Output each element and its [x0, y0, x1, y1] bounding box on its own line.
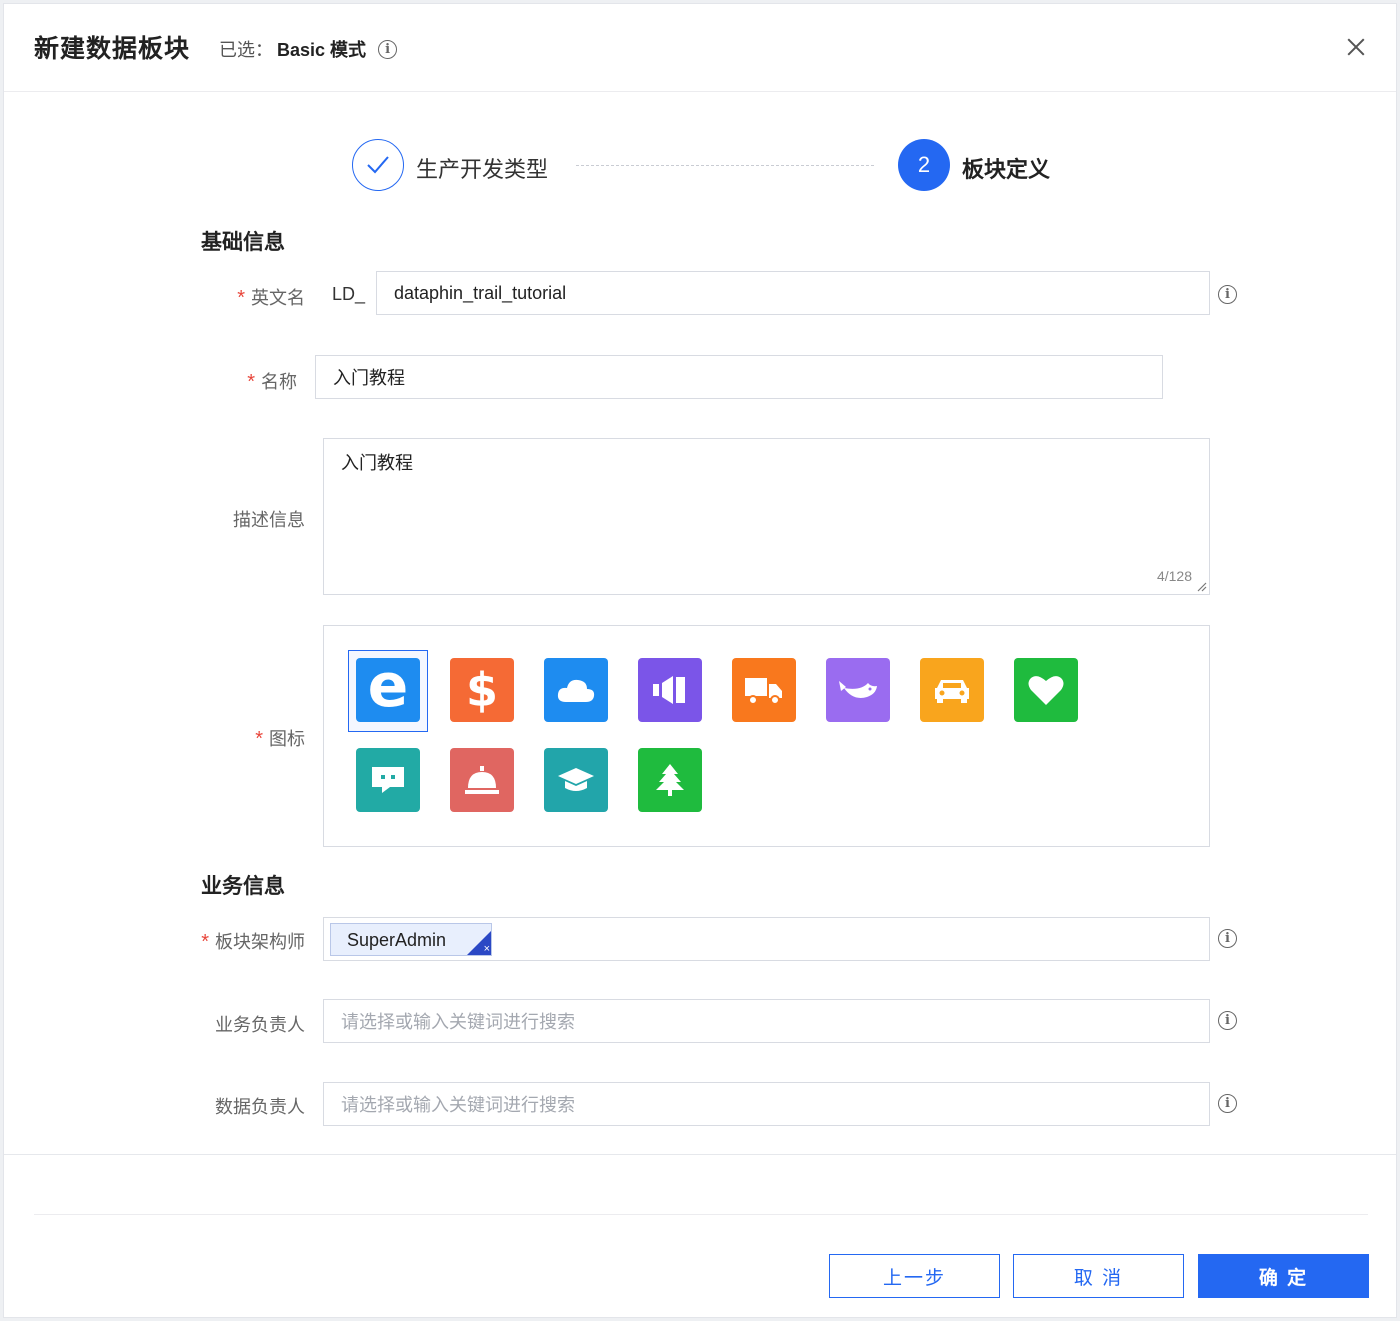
new-data-block-dialog: 新建数据板块 已选： Basic 模式 i 生产开发类型 2 板块定义 基础信息…: [3, 3, 1397, 1318]
resize-handle-icon[interactable]: [1195, 580, 1207, 592]
description-label: 描述信息: [233, 510, 305, 530]
dialog-title: 新建数据板块: [34, 35, 191, 63]
step-1-check-icon: [352, 139, 404, 191]
tree-icon[interactable]: [638, 748, 702, 812]
architect-tag[interactable]: SuperAdmin ×: [330, 923, 492, 956]
business-owner-label: 业务负责人: [215, 1015, 305, 1035]
step-2-number: 2: [898, 139, 950, 191]
english-name-input[interactable]: dataphin_trail_tutorial: [376, 271, 1210, 315]
whale-icon[interactable]: [826, 658, 890, 722]
chat-icon[interactable]: [356, 748, 420, 812]
data-owner-placeholder: 请选择或输入关键词进行搜索: [341, 1095, 575, 1115]
data-owner-info-icon[interactable]: i: [1218, 1094, 1237, 1113]
selected-mode: 已选： Basic 模式 i: [219, 36, 398, 62]
close-icon[interactable]: [1341, 32, 1371, 62]
speaker-icon[interactable]: [638, 658, 702, 722]
english-name-info-icon[interactable]: i: [1218, 285, 1237, 304]
description-textarea[interactable]: 入门教程 4/128: [323, 438, 1210, 595]
selected-mode-value: Basic 模式: [277, 40, 367, 60]
name-input[interactable]: 入门教程: [315, 355, 1163, 399]
data-owner-label: 数据负责人: [215, 1097, 305, 1117]
footer-divider: [4, 1154, 1396, 1155]
selected-prefix: 已选：: [219, 40, 273, 60]
dollar-icon[interactable]: $: [450, 658, 514, 722]
info-icon[interactable]: i: [378, 39, 398, 59]
icon-label: * 图标: [255, 728, 305, 750]
english-name-prefix: LD_: [332, 284, 366, 304]
prev-step-button[interactable]: 上一步: [829, 1254, 1000, 1298]
step-connector: [576, 165, 874, 166]
confirm-button[interactable]: 确 定: [1198, 1254, 1369, 1298]
cancel-button[interactable]: 取 消: [1013, 1254, 1184, 1298]
business-owner-select[interactable]: 请选择或输入关键词进行搜索: [323, 999, 1210, 1043]
business-owner-info-icon[interactable]: i: [1218, 1011, 1237, 1030]
heart-icon[interactable]: [1014, 658, 1078, 722]
ie-browser-icon[interactable]: e: [356, 656, 420, 722]
truck-icon[interactable]: [732, 658, 796, 722]
architect-tag-label: SuperAdmin: [347, 930, 447, 950]
architect-info-icon[interactable]: i: [1218, 929, 1237, 948]
cloud-icon[interactable]: [544, 658, 608, 722]
char-counter: 4/128: [1156, 568, 1192, 584]
section-basic-info: 基础信息: [201, 231, 285, 254]
service-bell-icon[interactable]: [450, 748, 514, 812]
architect-label: * 板块架构师: [201, 931, 305, 953]
name-label: * 名称: [247, 371, 297, 393]
section-business-info: 业务信息: [201, 875, 285, 898]
english-name-label: * 英文名: [237, 287, 305, 309]
dialog-header: 新建数据板块 已选： Basic 模式 i: [4, 4, 1396, 92]
data-owner-select[interactable]: 请选择或输入关键词进行搜索: [323, 1082, 1210, 1126]
tag-remove-icon[interactable]: ×: [484, 943, 490, 955]
step-1-label: 生产开发类型: [416, 157, 549, 182]
car-icon[interactable]: [920, 658, 984, 722]
footer-divider-inner: [34, 1214, 1368, 1215]
description-value: 入门教程: [341, 453, 413, 473]
step-2-label: 板块定义: [962, 157, 1051, 182]
business-owner-placeholder: 请选择或输入关键词进行搜索: [341, 1012, 575, 1032]
icon-picker: e $: [323, 625, 1210, 847]
graduation-cap-icon[interactable]: [544, 748, 608, 812]
